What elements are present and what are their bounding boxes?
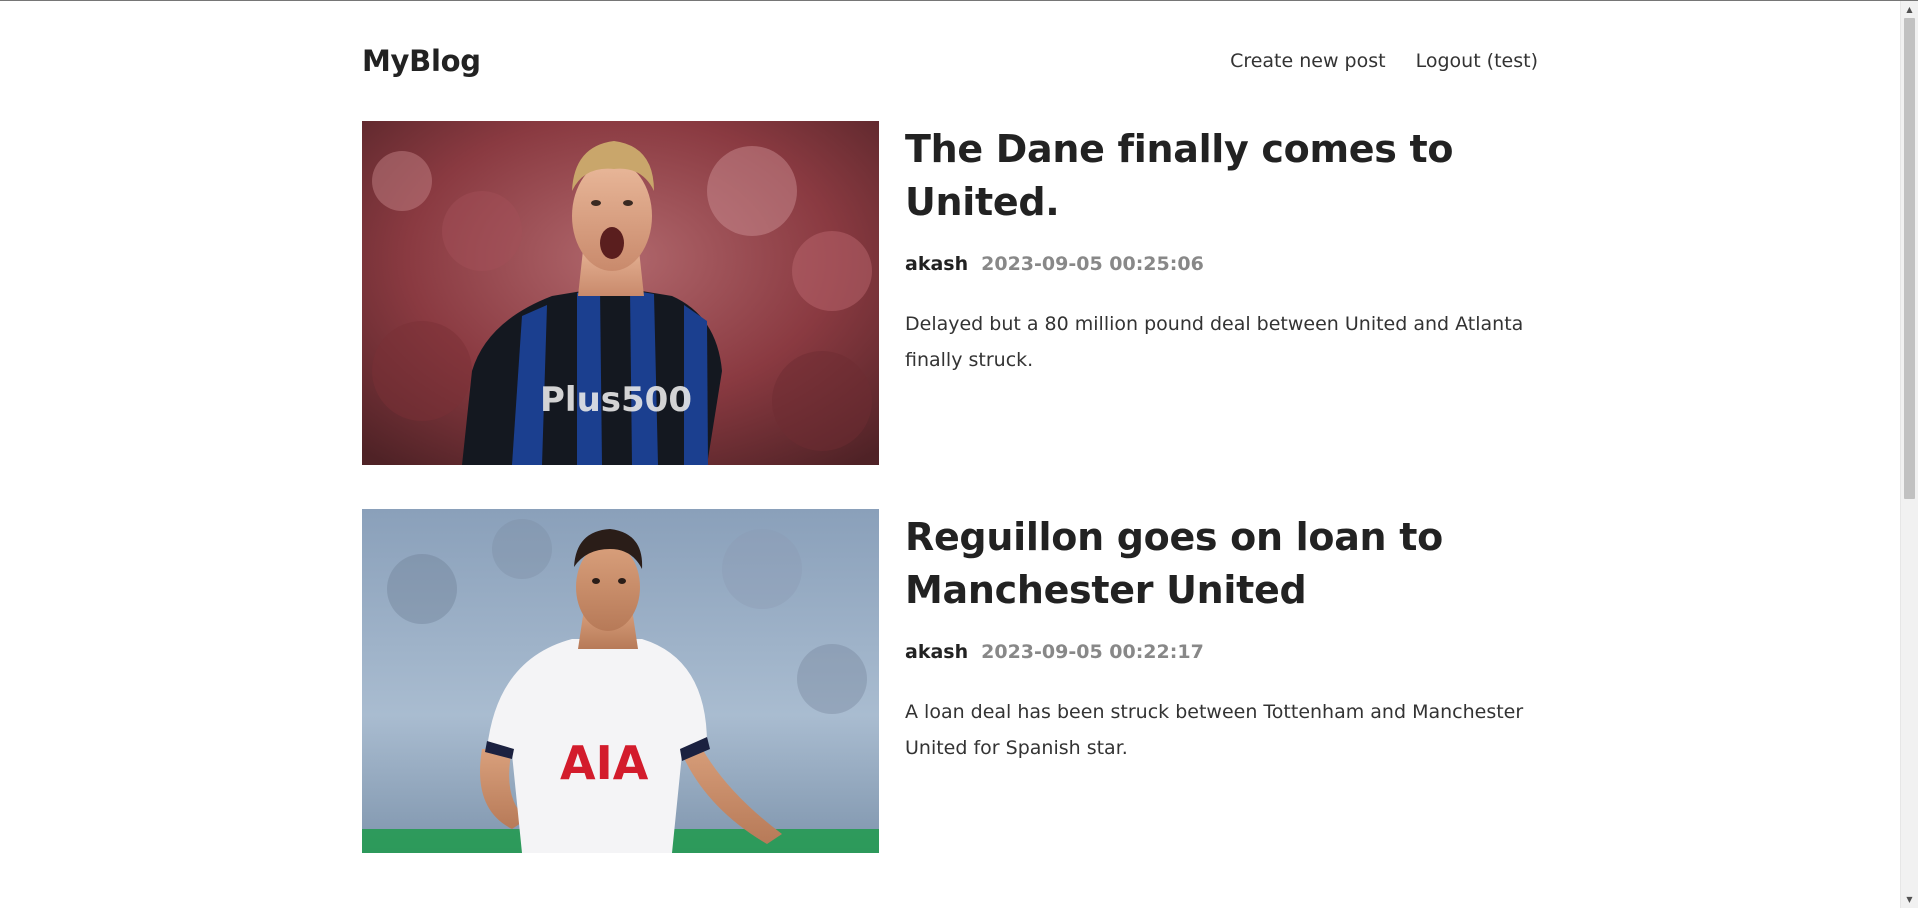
page-container: MyBlog Create new post Logout (test) Plu… [362, 1, 1538, 897]
post-meta: akash 2023-09-05 00:22:17 [905, 641, 1538, 663]
post-timestamp: 2023-09-05 00:25:06 [981, 253, 1204, 275]
post-timestamp: 2023-09-05 00:22:17 [981, 641, 1204, 663]
post-card: Plus500 The Dane finally comes to United… [362, 121, 1538, 465]
post-card: AIA Reguillon goes on loan to Manchester… [362, 509, 1538, 853]
post-title[interactable]: Reguillon goes on loan to Manchester Uni… [905, 511, 1538, 617]
create-post-link[interactable]: Create new post [1230, 50, 1386, 72]
post-summary: A loan deal has been struck between Tott… [905, 701, 1524, 759]
post-author: akash [905, 641, 969, 663]
post-title[interactable]: The Dane finally comes to United. [905, 123, 1538, 229]
scroll-up-icon[interactable]: ▲ [1901, 1, 1918, 18]
player-photo-atalanta: Plus500 [362, 121, 879, 465]
post-body: Reguillon goes on loan to Manchester Uni… [905, 509, 1538, 853]
logout-link[interactable]: Logout (test) [1416, 50, 1538, 72]
post-image[interactable]: Plus500 [362, 121, 879, 465]
post-meta: akash 2023-09-05 00:25:06 [905, 253, 1538, 275]
post-body: The Dane finally comes to United. akash … [905, 121, 1538, 465]
post-image[interactable]: AIA [362, 509, 879, 853]
site-logo[interactable]: MyBlog [362, 44, 481, 78]
post-author: akash [905, 253, 969, 275]
page-scrollbar[interactable]: ▲ ▼ [1900, 1, 1918, 908]
svg-text:Plus500: Plus500 [540, 380, 692, 420]
scroll-thumb[interactable] [1904, 18, 1915, 499]
player-photo-tottenham: AIA [362, 509, 879, 853]
main-nav: Create new post Logout (test) [1230, 50, 1538, 72]
post-summary: Delayed but a 80 million pound deal betw… [905, 313, 1524, 371]
scroll-down-icon[interactable]: ▼ [1901, 891, 1918, 908]
svg-text:AIA: AIA [560, 736, 649, 790]
site-header: MyBlog Create new post Logout (test) [362, 1, 1538, 121]
